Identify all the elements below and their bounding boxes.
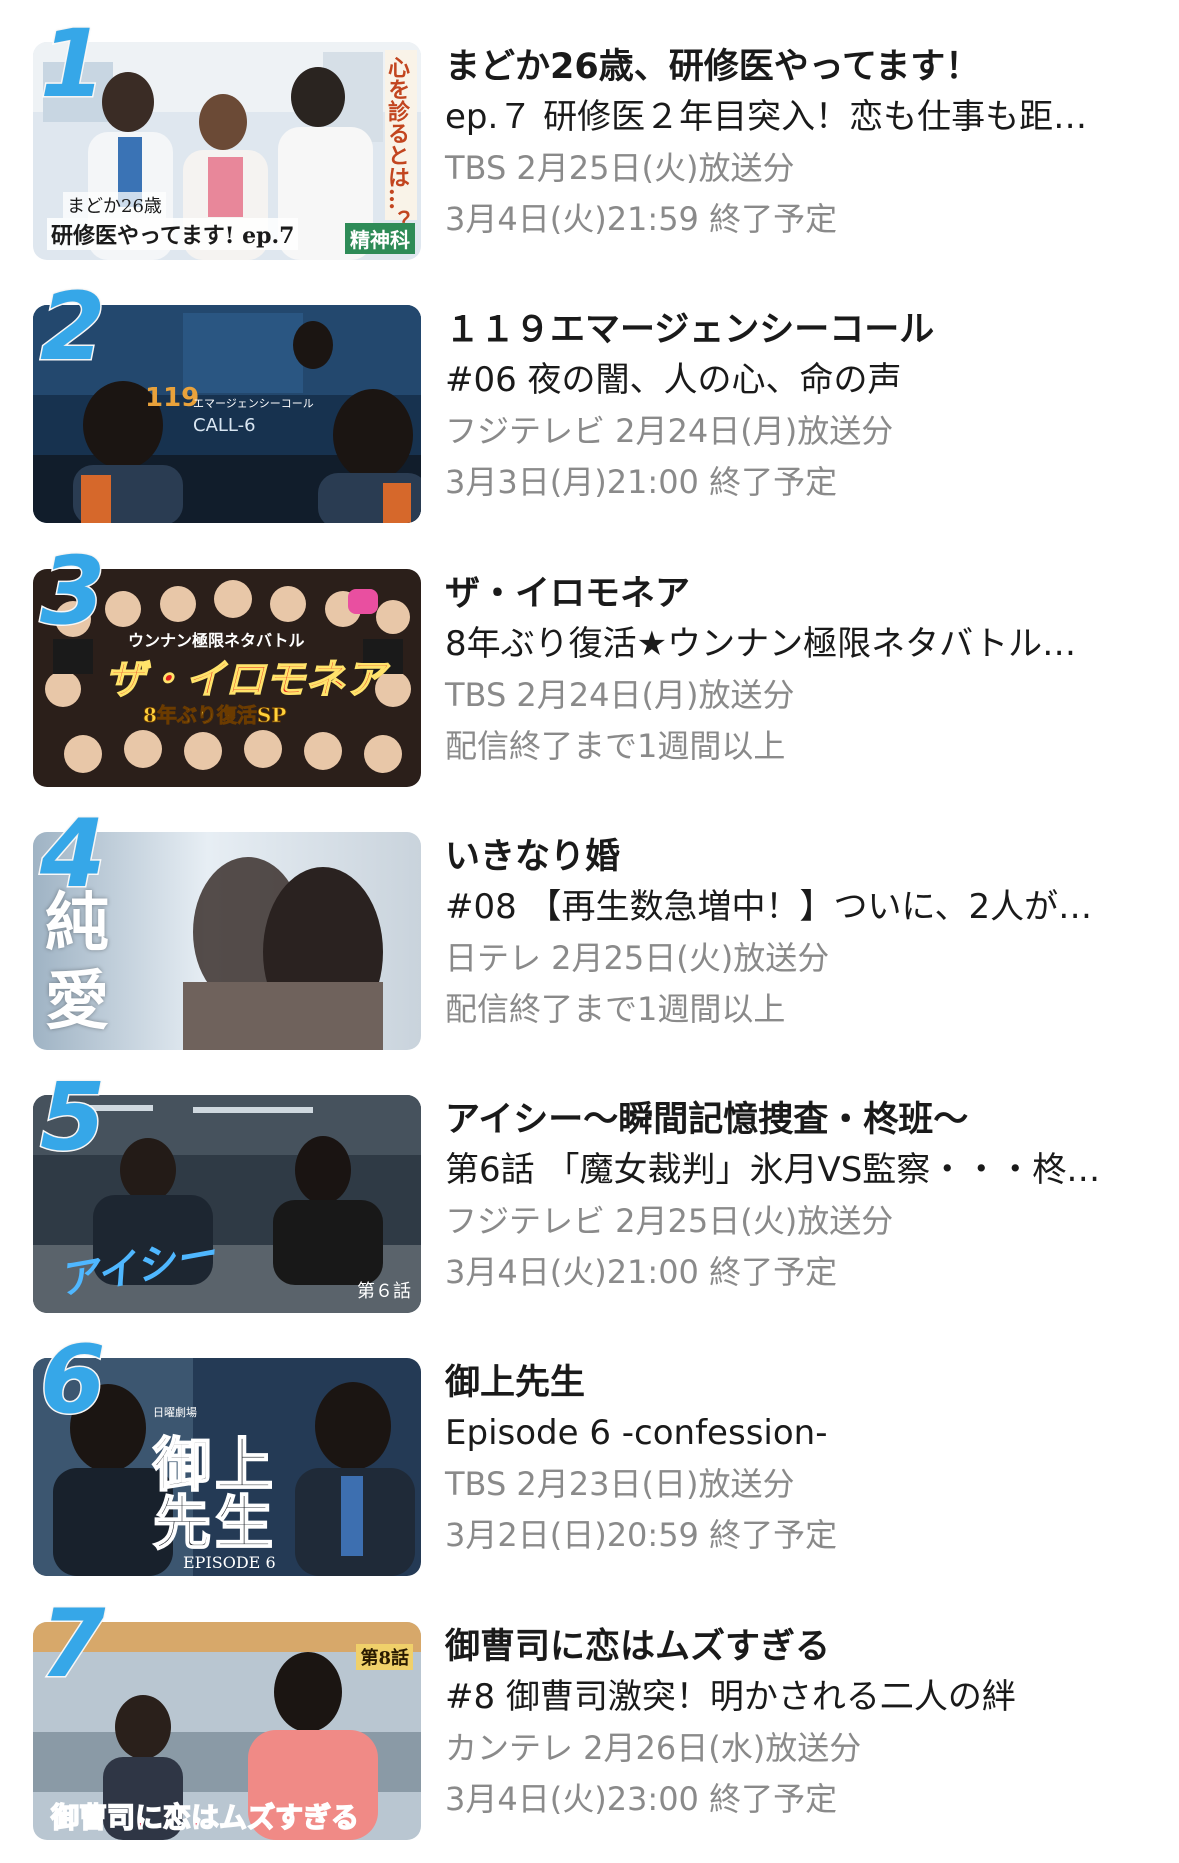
item-info: いきなり婚 #08 【再生数急増中！】ついに、2人が… 日テレ 2月25日(火)… [445, 832, 1145, 1035]
availability-info: 配信終了まで1週間以上 [445, 727, 786, 765]
episode-title: Episode 6 -confession- [445, 1413, 828, 1453]
item-info: 御上先生 Episode 6 -confession- TBS 2月23日(日)… [445, 1358, 1145, 1561]
ranking-item-3[interactable]: ウンナン極限ネタバトル ザ・イロモネア 8年ぶり復活SP 3 ザ・イロモネア 8… [0, 543, 1179, 807]
rank-number: 1 [38, 10, 106, 119]
rank-number: 7 [38, 1590, 106, 1699]
thumbnail-logo-text: エマージェンシーコール [193, 397, 314, 410]
ranking-item-4[interactable]: 純 愛 4 いきなり婚 #08 【再生数急増中！】ついに、2人が… 日テレ 2月… [0, 806, 1179, 1070]
item-info: 御曹司に恋はムズすぎる #8 御曹司激突！明かされる二人の絆 カンテレ 2月26… [445, 1622, 1145, 1825]
program-title[interactable]: ザ・イロモネア [445, 569, 1145, 619]
program-title[interactable]: いきなり婚 [445, 832, 1145, 882]
episode-title: #8 御曹司激突！明かされる二人の絆 [445, 1677, 1016, 1717]
thumbnail-vertical-caption: 心を診るとは…？ [384, 56, 410, 232]
thumbnail-episode: EPISODE 6 [183, 1553, 276, 1572]
ranking-item-2[interactable]: 119 エマージェンシーコール CALL-6 2 １１９エマージェンシーコール … [0, 279, 1179, 543]
thumbnail-logo: 御曹司に恋はムズすぎる [50, 1800, 360, 1835]
thumbnail-logo-number: 119 [145, 383, 200, 413]
availability-info: 配信終了まで1週間以上 [445, 990, 786, 1028]
availability-info: 3月3日(月)21:00 終了予定 [445, 463, 838, 501]
thumbnail-episode: 第６話 [357, 1281, 411, 1302]
thumbnail-kanji-2: 愛 [45, 964, 109, 1039]
ranking-item-5[interactable]: アイシー 第６話 5 アイシー〜瞬間記憶捜査・柊班〜 第6話 「魔女裁判」氷月V… [0, 1069, 1179, 1333]
program-title[interactable]: 御曹司に恋はムズすぎる [445, 1622, 1145, 1672]
program-title[interactable]: まどか26歳、研修医やってます！ [445, 42, 1145, 92]
item-info: １１９エマージェンシーコール #06 夜の闇、人の心、命の声 フジテレビ 2月2… [445, 305, 1145, 508]
program-title[interactable]: １１９エマージェンシーコール [445, 305, 1145, 355]
episode-title: 8年ぶり復活★ウンナン極限ネタバトル… [445, 624, 1077, 664]
ranking-list: 心を診るとは…？ まどか26歳 研修医やってます! ep.7 精神科 1 まどか… [0, 0, 1179, 1863]
broadcast-info: TBS 2月25日(火)放送分 [445, 149, 795, 187]
thumbnail-logo-small: まどか26歳 [63, 192, 166, 218]
episode-title: #06 夜の闇、人の心、命の声 [445, 360, 902, 400]
program-title[interactable]: 御上先生 [445, 1358, 1145, 1408]
broadcast-info: TBS 2月23日(日)放送分 [445, 1465, 795, 1503]
broadcast-info: 日テレ 2月25日(火)放送分 [445, 939, 830, 977]
program-title[interactable]: アイシー〜瞬間記憶捜査・柊班〜 [445, 1095, 1145, 1145]
item-info: アイシー〜瞬間記憶捜査・柊班〜 第6話 「魔女裁判」氷月VS監察・・・柊… フジ… [445, 1095, 1145, 1298]
ranking-item-6[interactable]: 日曜劇場 御上 先生 EPISODE 6 6 御上先生 Episode 6 -c… [0, 1332, 1179, 1596]
broadcast-info: カンテレ 2月26日(水)放送分 [445, 1729, 862, 1767]
item-info: ザ・イロモネア 8年ぶり復活★ウンナン極限ネタバトル… TBS 2月24日(月)… [445, 569, 1145, 772]
thumbnail-tagline: 8年ぶり復活SP [143, 703, 287, 728]
broadcast-info: フジテレビ 2月24日(月)放送分 [445, 412, 894, 450]
rank-number: 6 [38, 1326, 106, 1435]
thumbnail-logo: ザ・イロモネア [104, 656, 386, 704]
broadcast-info: フジテレビ 2月25日(火)放送分 [445, 1202, 894, 1240]
rank-number: 4 [38, 800, 106, 909]
episode-title: ep.７ 研修医２年目突入！恋も仕事も距… [445, 97, 1088, 137]
availability-info: 3月4日(火)23:00 終了予定 [445, 1780, 838, 1818]
availability-info: 3月4日(火)21:00 終了予定 [445, 1253, 838, 1291]
availability-info: 3月4日(火)21:59 終了予定 [445, 200, 838, 238]
thumbnail-logo-bottom: 先生 [152, 1488, 278, 1558]
availability-info: 3月2日(日)20:59 終了予定 [445, 1516, 838, 1554]
broadcast-info: TBS 2月24日(月)放送分 [445, 676, 795, 714]
rank-number: 5 [38, 1063, 106, 1172]
ranking-item-7[interactable]: 第8話 御曹司に恋はムズすぎる 7 御曹司に恋はムズすぎる #8 御曹司激突！明… [0, 1596, 1179, 1860]
thumbnail-badge: 精神科 [345, 223, 415, 254]
item-info: まどか26歳、研修医やってます！ ep.７ 研修医２年目突入！恋も仕事も距… T… [445, 42, 1145, 245]
ranking-item-1[interactable]: 心を診るとは…？ まどか26歳 研修医やってます! ep.7 精神科 1 まどか… [0, 16, 1179, 280]
rank-number: 2 [38, 273, 106, 382]
thumbnail-call: CALL-6 [193, 415, 256, 436]
thumbnail-logo: 研修医やってます! ep.7 [47, 218, 299, 250]
rank-number: 3 [38, 537, 106, 646]
episode-title: #08 【再生数急増中！】ついに、2人が… [445, 887, 1093, 927]
thumbnail-episode-badge: 第8話 [356, 1644, 413, 1670]
episode-title: 第6話 「魔女裁判」氷月VS監察・・・柊… [445, 1150, 1101, 1190]
